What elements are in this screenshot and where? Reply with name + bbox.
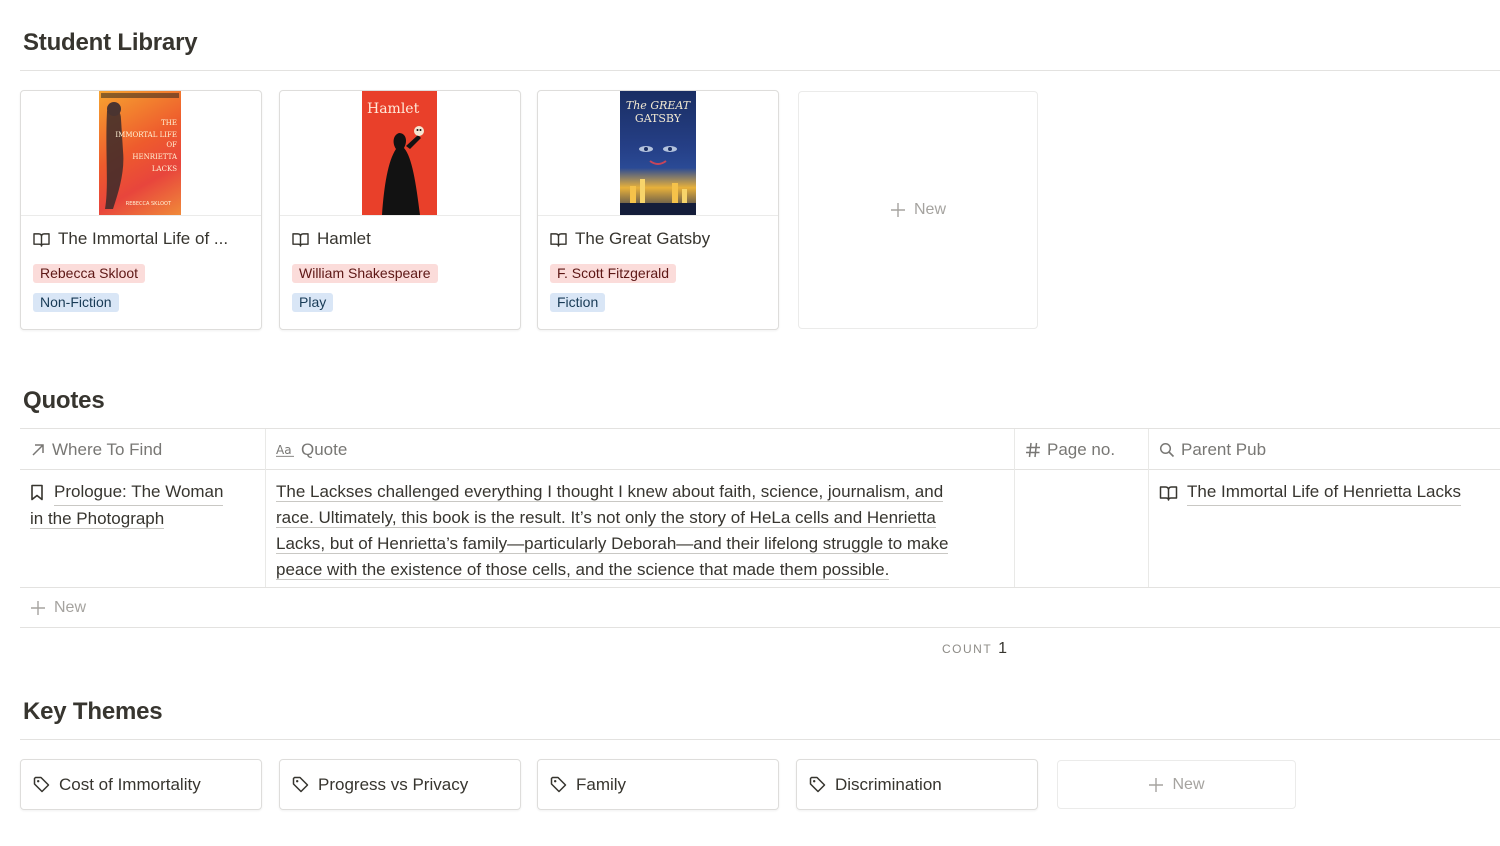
genre-tag: Fiction	[550, 293, 606, 312]
svg-text:HENRIETTA: HENRIETTA	[132, 153, 178, 161]
open-book-icon	[292, 232, 309, 247]
column-header-where-to-find[interactable]: Where To Find	[20, 429, 266, 470]
book-cover-image: The GREAT GATSBY	[620, 91, 696, 215]
book-cover-image: Hamlet	[362, 91, 437, 215]
book-card-great-gatsby[interactable]: The GREAT GATSBY The Great Gatsby F. Sco…	[537, 90, 779, 330]
plus-icon	[890, 203, 905, 217]
author-tag: Rebecca Skloot	[33, 264, 146, 283]
svg-text:REBECCA SKLOOT: REBECCA SKLOOT	[126, 201, 172, 207]
column-header-page-no[interactable]: Page no.	[1015, 429, 1149, 470]
row-count[interactable]: COUNT 1	[942, 640, 1007, 658]
new-quote-button[interactable]: New	[20, 588, 1500, 628]
svg-text:GATSBY: GATSBY	[635, 112, 682, 125]
svg-text:OF: OF	[166, 141, 177, 149]
book-card-hamlet[interactable]: Hamlet Hamlet William Shakespeare Play	[279, 90, 521, 330]
theme-card-family[interactable]: Family	[537, 759, 779, 810]
column-header-parent-pub[interactable]: Parent Pub	[1149, 429, 1500, 470]
open-book-icon	[550, 232, 567, 247]
genre-tag: Play	[292, 293, 334, 312]
arrow-up-right-icon	[32, 443, 44, 456]
plus-icon	[31, 600, 45, 615]
quote-line: The Lackses challenged everything I thou…	[276, 482, 944, 502]
where-line-2[interactable]: in the Photograph	[30, 509, 165, 529]
card-title-row: The Great Gatsby	[550, 229, 768, 249]
svg-text:Aa: Aa	[276, 443, 292, 457]
where-line-1[interactable]: Prologue: The Woman	[54, 479, 224, 506]
cell-page-no[interactable]	[1015, 470, 1149, 587]
plus-icon	[1149, 777, 1164, 792]
cell-where-to-find[interactable]: Prologue: The Woman in the Photograph	[20, 470, 266, 587]
column-label: Quote	[301, 439, 348, 459]
open-book-icon	[33, 232, 50, 247]
book-title: The Immortal Life of ...	[58, 229, 229, 248]
count-value: 1	[998, 640, 1008, 657]
cell-quote[interactable]: The Lackses challenged everything I thou…	[266, 470, 1015, 587]
tag-icon	[809, 776, 826, 793]
tag-icon	[292, 776, 309, 793]
tag-icon	[550, 776, 567, 793]
hash-icon	[1026, 442, 1040, 457]
parent-pub-link[interactable]: The Immortal Life of Henrietta Lacks	[1187, 479, 1462, 506]
quote-line: peace with the existence of those cells,…	[276, 560, 890, 580]
theme-label: Progress vs Privacy	[318, 774, 469, 794]
themes-title: Key Themes	[23, 698, 163, 725]
author-tag: William Shakespeare	[292, 264, 438, 283]
card-cover-area: Hamlet	[280, 91, 520, 216]
new-book-label: New	[913, 201, 946, 218]
cell-parent-pub[interactable]: The Immortal Life of Henrietta Lacks	[1149, 470, 1500, 587]
quotes-title: Quotes	[23, 387, 105, 414]
search-icon	[1159, 442, 1175, 457]
new-theme-button[interactable]: New	[1057, 760, 1296, 809]
quote-line: Lacks, but of Henrietta’s family—particu…	[276, 534, 949, 554]
new-book-button[interactable]: New	[798, 91, 1038, 329]
card-cover-area: The GREAT GATSBY	[538, 91, 778, 216]
column-header-quote[interactable]: Aa Quote	[266, 429, 1015, 470]
svg-text:LACKS: LACKS	[152, 165, 177, 173]
new-quote-label: New	[54, 598, 87, 616]
column-label: Page no.	[1047, 439, 1116, 459]
theme-card-progress-vs-privacy[interactable]: Progress vs Privacy	[279, 759, 521, 810]
theme-label: Discrimination	[835, 774, 942, 794]
library-title: Student Library	[23, 29, 198, 56]
book-title: The Great Gatsby	[575, 229, 711, 248]
table-row[interactable]: Prologue: The Woman in the Photograph Th…	[20, 470, 1500, 588]
open-book-icon	[1159, 485, 1178, 501]
column-label: Where To Find	[52, 439, 163, 459]
svg-text:Hamlet: Hamlet	[367, 101, 420, 117]
genre-tag: Non-Fiction	[33, 293, 119, 312]
column-label: Parent Pub	[1181, 439, 1267, 459]
tag-icon	[33, 776, 50, 793]
book-cover-image: THE IMMORTAL LIFE OF HENRIETTA LACKS REB…	[99, 91, 181, 215]
bookmark-icon	[31, 484, 43, 501]
table-header: Where To Find Aa Quote Page no. Parent P…	[20, 428, 1500, 470]
theme-label: Cost of Immortality	[59, 774, 201, 794]
card-title-row: The Immortal Life of ...	[33, 229, 251, 249]
author-tag: F. Scott Fitzgerald	[550, 264, 677, 283]
book-title: Hamlet	[317, 229, 371, 248]
svg-text:THE: THE	[161, 119, 177, 127]
theme-label: Family	[576, 774, 627, 794]
themes-divider	[20, 739, 1500, 740]
text-aa-icon: Aa	[276, 443, 294, 457]
quote-line: race. Ultimately, this book is the resul…	[276, 508, 936, 528]
svg-text:The GREAT: The GREAT	[626, 99, 692, 112]
new-theme-label: New	[1172, 775, 1205, 793]
card-cover-area: THE IMMORTAL LIFE OF HENRIETTA LACKS REB…	[21, 91, 261, 216]
theme-card-discrimination[interactable]: Discrimination	[796, 759, 1038, 810]
library-divider	[20, 70, 1500, 71]
count-label: COUNT	[942, 642, 993, 656]
book-card-immortal-life[interactable]: THE IMMORTAL LIFE OF HENRIETTA LACKS REB…	[20, 90, 262, 330]
theme-card-cost-of-immortality[interactable]: Cost of Immortality	[20, 759, 262, 810]
svg-text:IMMORTAL LIFE: IMMORTAL LIFE	[115, 131, 177, 139]
card-title-row: Hamlet	[292, 229, 510, 249]
